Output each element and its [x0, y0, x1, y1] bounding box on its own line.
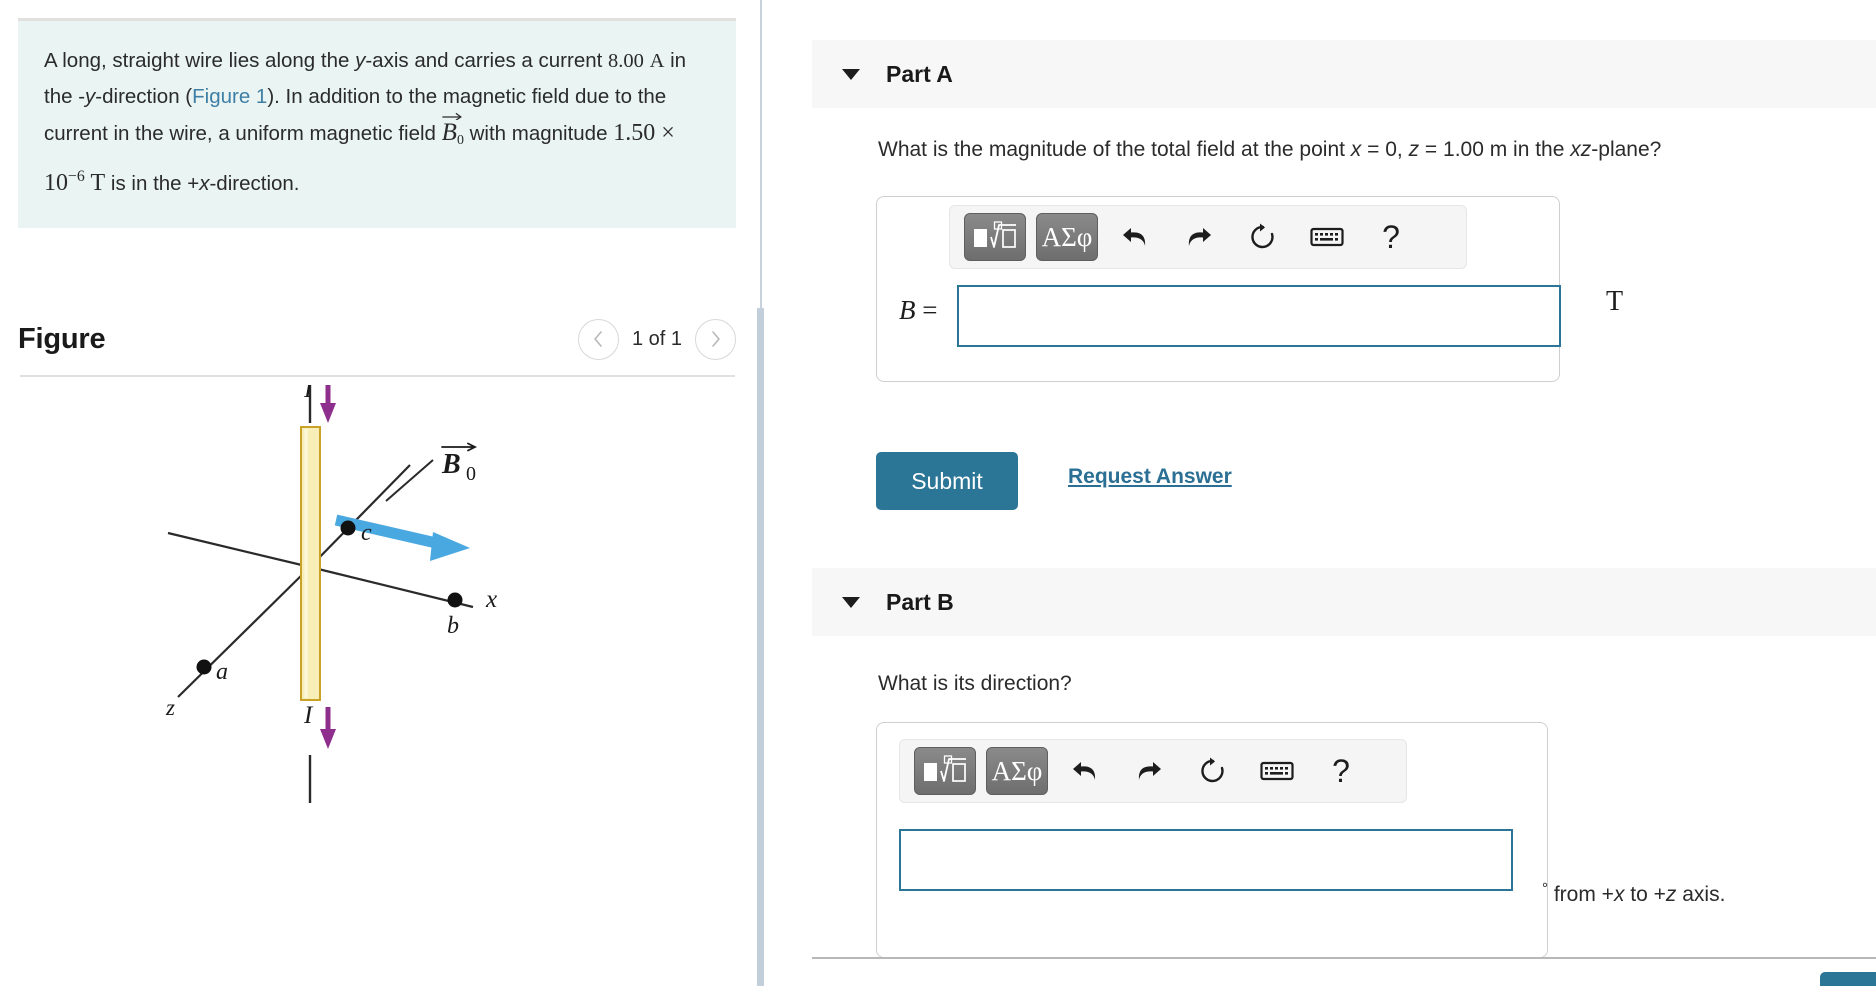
part-b-header[interactable]: Part B — [812, 568, 1876, 636]
b0-field-arrow — [334, 514, 470, 561]
point-marker-c — [340, 520, 356, 536]
b0-vector-symbol: B0 — [441, 112, 464, 159]
part-a-header[interactable]: Part A — [812, 40, 1876, 108]
part-b-submit-button[interactable] — [1820, 972, 1876, 986]
part-b-unit-label: ° from +x to +z axis. — [1542, 880, 1726, 906]
redo-icon[interactable] — [1122, 747, 1176, 795]
undo-icon[interactable] — [1108, 213, 1162, 261]
current-unit: A — [649, 50, 665, 72]
point-label-a: a — [216, 659, 228, 685]
keyboard-icon[interactable] — [1300, 213, 1354, 261]
answer-panel: Part A What is the magnitude of the tota… — [770, 0, 1876, 986]
part-a-submit-button[interactable]: Submit — [876, 452, 1018, 510]
axis-label-x: x — [485, 586, 497, 613]
section-divider — [812, 957, 1876, 959]
figure-next-button[interactable] — [695, 318, 736, 360]
b0-label: B 0 — [441, 442, 478, 485]
field-magnitude: 1.50 × 10−6 — [44, 120, 675, 196]
part-a-question: What is the magnitude of the total field… — [878, 138, 1662, 161]
part-b-input[interactable] — [899, 829, 1513, 891]
problem-statement-box: A long, straight wire lies along the y-a… — [18, 18, 736, 228]
svg-text:0: 0 — [466, 463, 476, 485]
field-symbol: B — [441, 119, 457, 146]
greek-symbols-button[interactable]: ΑΣφ — [986, 747, 1048, 795]
figure-pager: 1 of 1 — [577, 318, 736, 360]
figure-diagram: y x z — [18, 385, 736, 965]
part-a-input[interactable] — [957, 285, 1561, 347]
current-label-top: I — [303, 385, 314, 403]
figure-prev-button[interactable] — [577, 318, 619, 360]
part-a-math-toolbar: ΑΣφ ? — [949, 205, 1467, 269]
point-label-c: c — [361, 520, 372, 546]
part-b-answer-box: ΑΣφ ? — [876, 722, 1548, 958]
undo-icon[interactable] — [1058, 747, 1112, 795]
panel-resize-handle[interactable] — [757, 308, 764, 986]
collapse-triangle-icon[interactable] — [842, 68, 860, 80]
figure-header: Figure 1 of 1 — [18, 308, 736, 370]
help-icon[interactable]: ? — [1314, 747, 1368, 795]
svg-text:B: B — [441, 449, 461, 480]
part-b-label: Part B — [886, 588, 954, 615]
degree-symbol: ° — [1542, 880, 1548, 897]
field-unit: T — [90, 169, 106, 196]
part-a-request-answer-link[interactable]: Request Answer — [1068, 465, 1232, 489]
homework-page: A long, straight wire lies along the y-a… — [0, 0, 1876, 986]
reset-icon[interactable] — [1186, 747, 1240, 795]
part-a-answer-box: ΑΣφ ? B = — [876, 196, 1561, 382]
point-label-b: b — [447, 613, 459, 639]
point-marker-b — [447, 592, 463, 608]
math-template-button[interactable] — [914, 747, 976, 795]
current-value: 8.00 — [608, 50, 644, 72]
math-template-button[interactable] — [964, 213, 1026, 261]
part-a-equation-label: B = — [899, 295, 938, 325]
keyboard-icon[interactable] — [1250, 747, 1304, 795]
field-exponent: −6 — [68, 167, 85, 185]
field-subscript: 0 — [456, 132, 464, 148]
current-arrow-bottom: I — [303, 702, 336, 749]
help-icon[interactable]: ? — [1364, 213, 1418, 261]
problem-panel: A long, straight wire lies along the y-a… — [0, 0, 760, 986]
chevron-right-icon — [709, 330, 723, 348]
part-a-label: Part A — [886, 60, 953, 87]
figure-divider — [20, 375, 735, 377]
figure-reference-link[interactable]: Figure 1 — [192, 85, 267, 108]
part-b-math-toolbar: ΑΣφ ? — [899, 739, 1407, 803]
point-marker-a — [196, 659, 212, 675]
field-mantissa: 1.50 — [613, 120, 656, 146]
axis-label-z: z — [165, 695, 175, 720]
problem-statement-text: A long, straight wire lies along the y-a… — [44, 49, 687, 196]
vector-arrow-icon — [441, 111, 462, 120]
figure-title: Figure — [18, 322, 106, 355]
current-label-bottom: I — [303, 702, 314, 729]
reset-icon[interactable] — [1236, 213, 1290, 261]
part-a-unit-label: T — [1606, 286, 1624, 317]
part-b-question: What is its direction? — [878, 672, 1072, 695]
current-arrow-top: I — [303, 385, 336, 423]
chevron-left-icon — [591, 330, 605, 348]
greek-symbols-button[interactable]: ΑΣφ — [1036, 213, 1098, 261]
figure-page-count: 1 of 1 — [631, 327, 682, 350]
redo-icon[interactable] — [1172, 213, 1226, 261]
collapse-triangle-icon[interactable] — [842, 596, 860, 608]
